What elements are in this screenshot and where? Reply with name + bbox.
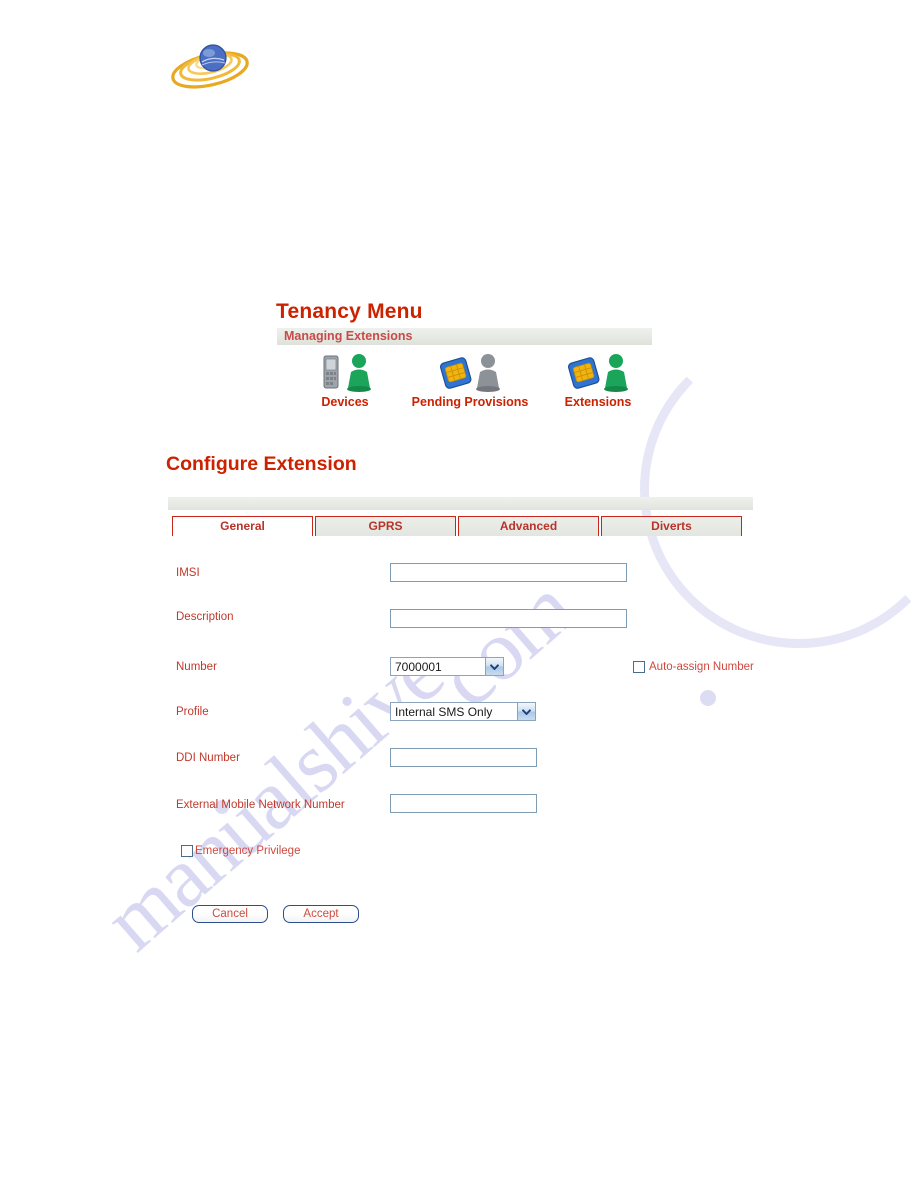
imsi-label: IMSI — [176, 567, 200, 579]
sim-card-icon — [567, 357, 599, 389]
auto-assign-number-checkbox[interactable] — [633, 661, 645, 673]
cancel-button[interactable]: Cancel — [192, 905, 268, 923]
managing-extensions-bar: Managing Extensions — [277, 328, 652, 345]
number-select[interactable]: 7000001 — [390, 657, 504, 676]
emergency-privilege-checkbox[interactable] — [181, 845, 193, 857]
number-select-value: 7000001 — [395, 659, 442, 674]
tab-strip: General GPRS Advanced Diverts — [172, 516, 742, 536]
managing-extensions-label: Managing Extensions — [284, 329, 413, 343]
accept-button[interactable]: Accept — [283, 905, 359, 923]
tenancy-menu-title: Tenancy Menu — [276, 300, 423, 323]
emergency-privilege-row[interactable]: Emergency Privilege — [181, 845, 300, 857]
imsi-input[interactable] — [390, 563, 627, 582]
menu-item-extensions[interactable]: Extensions — [523, 348, 673, 409]
external-mobile-network-number-input[interactable] — [390, 794, 537, 813]
panel-top-bar — [168, 497, 753, 510]
configure-extension-form: IMSI Description Number 7000001 Auto-ass… — [0, 0, 918, 1188]
external-mobile-network-number-label: External Mobile Network Number — [176, 799, 345, 811]
profile-select-value: Internal SMS Only — [395, 704, 493, 719]
person-figure-icon — [346, 354, 371, 392]
description-label: Description — [176, 611, 234, 623]
menu-item-extensions-label: Extensions — [564, 395, 632, 409]
watermark-dot — [700, 690, 716, 706]
tab-general[interactable]: General — [172, 516, 313, 536]
ddi-number-input[interactable] — [390, 748, 537, 767]
watermark-arc — [640, 330, 918, 648]
extensions-icon-group — [523, 348, 673, 392]
auto-assign-number-label: Auto-assign Number — [649, 661, 754, 673]
page-title: Configure Extension — [166, 453, 357, 475]
profile-label: Profile — [176, 706, 209, 718]
mobile-phone-icon — [323, 355, 338, 389]
emergency-privilege-label: Emergency Privilege — [195, 845, 301, 857]
ddi-number-label: DDI Number — [176, 752, 240, 764]
tab-advanced[interactable]: Advanced — [458, 516, 599, 536]
number-label: Number — [176, 661, 217, 673]
sim-card-icon — [439, 357, 471, 389]
watermark-overlay: manualshive .com — [0, 0, 918, 1188]
orbit-sphere-logo-icon — [171, 44, 249, 89]
tab-gprs[interactable]: GPRS — [315, 516, 456, 536]
chevron-down-icon[interactable] — [517, 703, 535, 720]
auto-assign-number-row[interactable]: Auto-assign Number — [633, 661, 754, 673]
profile-select[interactable]: Internal SMS Only — [390, 702, 536, 721]
tab-diverts[interactable]: Diverts — [601, 516, 742, 536]
person-figure-icon — [603, 354, 628, 392]
company-logo — [168, 36, 252, 98]
person-figure-icon — [475, 354, 500, 392]
description-input[interactable] — [390, 609, 627, 628]
chevron-down-icon[interactable] — [485, 658, 503, 675]
